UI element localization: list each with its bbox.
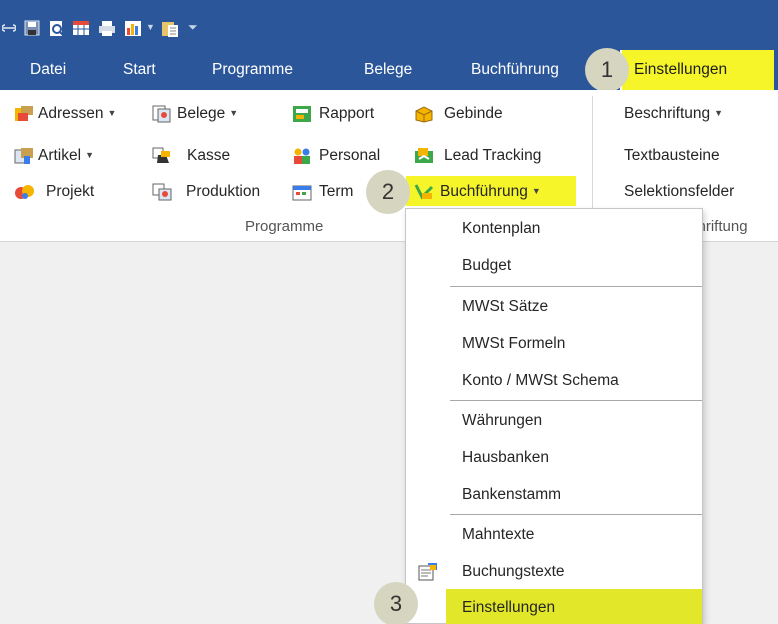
save-icon[interactable] [24,20,40,36]
menu-item-budget[interactable]: Budget [406,247,702,284]
menu-item-konto-mwst-schema[interactable]: Konto / MWSt Schema [406,362,702,399]
text-document-icon [418,563,437,581]
artikel-label: Artikel [38,147,82,164]
printer-icon[interactable] [98,20,116,37]
beschriftung-button[interactable]: Beschriftung ▼ [624,100,723,128]
ribbon-tabs: Datei Start Programme Belege Buchführung… [0,50,778,90]
chevron-down-icon: ▼ [531,186,541,196]
menu-item-mwst-saetze[interactable]: MWSt Sätze [406,288,702,325]
package-icon [415,106,433,123]
menu-separator [450,514,702,515]
menu-item-label: Budget [462,257,512,274]
chevron-down-icon[interactable]: ▼ [146,22,155,32]
buchfuehrung-label: Buchführung [440,183,528,200]
tab-einstellungen[interactable]: Einstellungen [622,50,774,90]
tab-datei[interactable]: Datei [30,50,66,90]
tab-buchfuehrung[interactable]: Buchführung [471,50,559,90]
production-icon [152,183,172,201]
menu-item-hausbanken[interactable]: Hausbanken [406,439,702,476]
article-icon [14,148,33,164]
belege-label: Belege [177,105,226,122]
menu-separator [450,286,702,287]
menu-item-label: Konto / MWSt Schema [462,372,619,389]
menu-item-einstellungen[interactable]: Einstellungen [406,589,702,624]
chart-icon[interactable] [124,20,142,37]
lead-tracking-icon [415,148,433,163]
customize-arrow-icon[interactable]: ⏷ [188,20,198,35]
gebinde-label: Gebinde [444,105,503,122]
personal-label: Personal [319,147,381,164]
callout-3: 3 [374,582,418,624]
menu-item-label: MWSt Sätze [462,298,549,315]
link-icon[interactable] [2,24,16,32]
kasse-label: Kasse [187,147,231,164]
report-icon [293,106,311,122]
produktion-label: Produktion [186,183,261,200]
quick-access-toolbar: ▼ ⏷ [0,0,778,50]
beschriftung-label: Beschriftung [624,105,711,122]
tab-belege[interactable]: Belege [364,50,412,90]
menu-separator [450,400,702,401]
menu-item-label: Bankenstamm [462,486,562,503]
people-icon [294,148,310,164]
address-book-icon [15,106,33,121]
buchfuehrung-dropdown-menu: Kontenplan Budget MWSt Sätze MWSt Formel… [405,208,703,624]
accounting-icon [414,184,434,200]
menu-item-mwst-formeln[interactable]: MWSt Formeln [406,325,702,362]
callout-2: 2 [366,170,410,214]
menu-item-mahntexte[interactable]: Mahntexte [406,516,702,553]
menu-item-label: MWSt Formeln [462,335,566,352]
chevron-down-icon: ▼ [714,108,724,118]
callout-1: 1 [585,48,629,92]
menu-item-label: Währungen [462,412,543,429]
adressen-label: Adressen [38,105,104,122]
tab-einstellungen-label: Einstellungen [634,61,728,78]
table-icon[interactable] [72,20,90,36]
menu-item-label: Kontenplan [462,220,541,237]
textbausteine-button[interactable]: Textbausteine [624,142,720,170]
menu-item-kontenplan[interactable]: Kontenplan [406,210,702,247]
menu-item-bankenstamm[interactable]: Bankenstamm [406,476,702,513]
lead-tracking-label: Lead Tracking [444,147,542,164]
print-preview-icon[interactable] [48,20,66,38]
tab-start[interactable]: Start [123,50,156,90]
menu-item-label: Hausbanken [462,449,550,466]
group-label-programme: Programme [245,218,324,235]
tab-programme[interactable]: Programme [212,50,293,90]
documents-icon [152,105,171,123]
selektionsfelder-button[interactable]: Selektionsfelder [624,178,734,206]
calendar-icon [292,185,312,201]
menu-item-buchungstexte[interactable]: Buchungstexte [406,553,702,590]
menu-item-label: Mahntexte [462,526,535,543]
chevron-down-icon: ▼ [85,150,94,160]
chevron-down-icon: ▼ [229,108,239,118]
cash-register-icon [152,147,170,163]
menu-item-label: Einstellungen [462,599,556,616]
paste-icon[interactable] [160,20,180,38]
rapport-label: Rapport [319,105,375,122]
menu-item-label: Buchungstexte [462,563,565,580]
projekt-label: Projekt [46,183,95,200]
chevron-down-icon: ▼ [107,108,117,118]
project-icon [15,185,34,199]
menu-item-waehrungen[interactable]: Währungen [406,402,702,439]
termine-label: Term [319,183,354,200]
